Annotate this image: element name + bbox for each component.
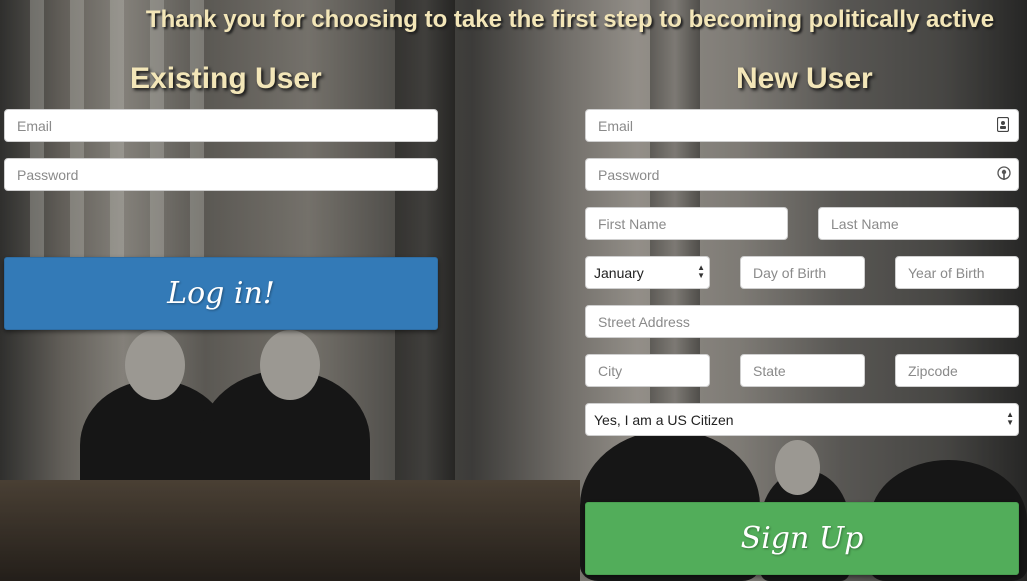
signup-password-input[interactable] [585,158,1019,191]
day-of-birth-input[interactable] [740,256,865,289]
state-input[interactable] [740,354,865,387]
birth-month-select[interactable]: January ▲ ▼ [585,256,710,289]
signup-email-input[interactable] [585,109,1019,142]
year-of-birth-input[interactable] [895,256,1019,289]
birth-month-value: January [594,264,644,281]
contact-card-icon[interactable] [996,116,1011,133]
headline: Thank you for choosing to take the first… [145,6,995,33]
login-button[interactable]: Log in! [4,257,438,330]
key-icon[interactable] [997,166,1011,182]
login-password-input[interactable] [4,158,438,191]
select-arrows-icon: ▲ ▼ [1006,410,1014,427]
existing-user-title: Existing User [130,62,322,95]
citizen-value: Yes, I am a US Citizen [594,411,734,428]
select-arrows-icon: ▲ ▼ [697,263,705,280]
signup-button[interactable]: Sign Up [585,502,1019,575]
zipcode-input[interactable] [895,354,1019,387]
citizen-select[interactable]: Yes, I am a US Citizen ▲ ▼ [585,403,1019,436]
login-email-input[interactable] [4,109,438,142]
new-user-title: New User [736,62,873,95]
city-input[interactable] [585,354,710,387]
street-address-input[interactable] [585,305,1019,338]
last-name-input[interactable] [818,207,1019,240]
signup-password-wrapper [585,158,1019,191]
first-name-input[interactable] [585,207,788,240]
signup-email-wrapper [585,109,1019,142]
